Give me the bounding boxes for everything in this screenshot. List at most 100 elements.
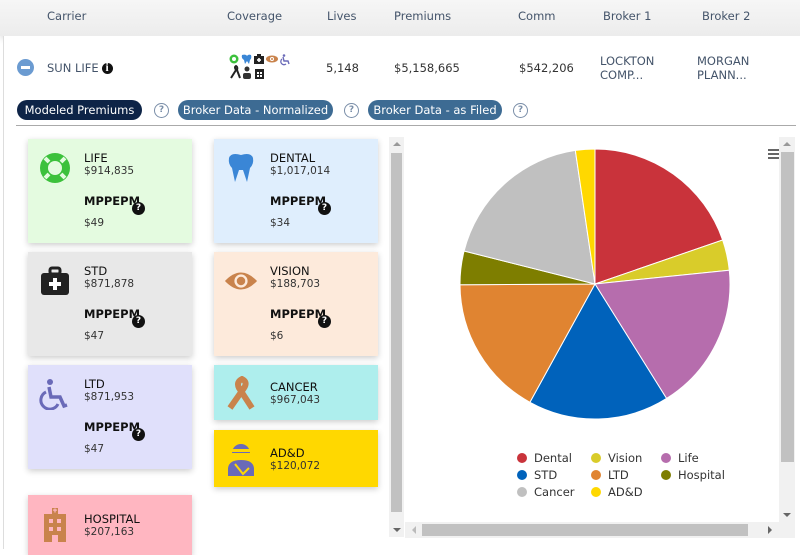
tile-amount: $207,163	[84, 526, 135, 538]
hospital-icon	[38, 508, 72, 542]
legend-dot-icon	[591, 487, 601, 497]
legend-item-life[interactable]: Life	[661, 451, 699, 465]
tile-amount: $120,072	[270, 459, 321, 472]
eye-icon	[224, 264, 258, 298]
legend-dot-icon	[591, 470, 601, 480]
tile-add[interactable]: AD&D $120,072	[214, 430, 378, 487]
col-broker1[interactable]: Broker 1	[603, 9, 651, 23]
help-icon[interactable]: ?	[318, 315, 331, 328]
life-ring-icon	[229, 54, 239, 64]
tile-ltd[interactable]: LTD $871,953 MPPEPM ? $47	[28, 365, 192, 469]
col-broker2[interactable]: Broker 2	[702, 9, 750, 23]
help-icon[interactable]: ?	[318, 202, 331, 215]
legend-label: Dental	[534, 451, 572, 465]
scroll-right-icon[interactable]	[768, 526, 772, 534]
legend-label: LTD	[608, 468, 629, 482]
life-ring-icon	[38, 151, 72, 185]
legend-label: Life	[678, 451, 699, 465]
medkit-icon	[254, 54, 264, 64]
tile-life[interactable]: LIFE $914,835 MPPEPM ? $49	[28, 139, 192, 243]
help-icon[interactable]: ?	[154, 103, 169, 118]
legend-dot-icon	[591, 453, 601, 463]
tile-title: STD	[84, 264, 108, 278]
legend-dot-icon	[517, 453, 527, 463]
scroll-up-icon[interactable]	[393, 142, 401, 146]
tile-cancer[interactable]: CANCER $967,043	[214, 365, 378, 420]
tile-vision[interactable]: VISION $188,703 MPPEPM ? $6	[214, 252, 378, 356]
ribbon-icon	[224, 375, 258, 410]
col-carrier[interactable]: Carrier	[47, 9, 86, 23]
legend-dot-icon	[661, 470, 671, 480]
tile-title: LTD	[84, 377, 105, 391]
help-icon[interactable]: ?	[132, 202, 145, 215]
scroll-left-icon[interactable]	[412, 526, 416, 534]
legend-dot-icon	[661, 453, 671, 463]
chart-v-scroll-thumb[interactable]	[781, 152, 794, 462]
tile-amount: $1,017,014	[270, 165, 331, 177]
legend-item-std[interactable]: STD	[517, 468, 557, 482]
comm-value: $542,206	[519, 61, 574, 75]
help-icon[interactable]: ?	[513, 103, 528, 118]
scroll-up-icon[interactable]	[783, 142, 791, 146]
scroll-down-icon[interactable]	[393, 528, 401, 532]
tab-modeled-premiums[interactable]: Modeled Premiums	[17, 100, 142, 120]
legend-dot-icon	[517, 470, 527, 480]
tooth-icon	[224, 151, 258, 185]
tile-title: CANCER	[270, 379, 318, 394]
injured-person-icon	[243, 66, 251, 79]
legend-item-cancer[interactable]: Cancer	[517, 485, 575, 499]
legend-item-add[interactable]: AD&D	[591, 485, 643, 499]
tile-title: DENTAL	[270, 151, 316, 165]
col-premiums[interactable]: Premiums	[394, 9, 451, 23]
tile-amount: $188,703	[270, 278, 321, 290]
wheelchair-icon	[38, 377, 72, 411]
tile-amount: $871,878	[84, 278, 135, 290]
chart-h-scroll-thumb[interactable]	[422, 524, 748, 536]
legend-label: AD&D	[608, 485, 643, 499]
legend-item-dental[interactable]: Dental	[517, 451, 572, 465]
lives-value: 5,148	[326, 61, 359, 75]
legend-item-hospital[interactable]: Hospital	[661, 468, 725, 482]
tile-metric-value: $6	[270, 330, 284, 342]
pie-chart	[459, 148, 731, 420]
tile-dental[interactable]: DENTAL $1,017,014 MPPEPM ? $34	[214, 139, 378, 243]
legend-label: STD	[534, 468, 558, 482]
scroll-down-icon[interactable]	[783, 513, 791, 517]
broker2-link[interactable]: MORGAN PLANN...	[697, 54, 749, 82]
tile-metric-value: $47	[84, 443, 105, 455]
info-icon[interactable]: i	[101, 62, 113, 74]
col-lives[interactable]: Lives	[327, 9, 356, 23]
col-coverage[interactable]: Coverage	[227, 9, 282, 23]
tile-title: HOSPITAL	[84, 512, 140, 526]
tile-amount: $967,043	[270, 393, 321, 406]
hospital-icon	[255, 69, 264, 79]
tiles-scroll-thumb[interactable]	[391, 153, 402, 512]
legend-item-vision[interactable]: Vision	[591, 451, 642, 465]
tooth-icon	[241, 54, 252, 64]
tile-title: VISION	[270, 264, 310, 278]
help-icon[interactable]: ?	[132, 428, 145, 441]
tile-title: LIFE	[84, 151, 108, 165]
tile-metric-value: $47	[84, 330, 105, 342]
tab-broker-as-filed[interactable]: Broker Data - as Filed	[368, 100, 502, 120]
help-icon[interactable]: ?	[344, 103, 359, 118]
divider	[16, 125, 796, 126]
tile-title: AD&D	[270, 445, 305, 460]
col-comm[interactable]: Comm	[518, 9, 555, 23]
broker1-link[interactable]: LOCKTON COMP...	[600, 54, 654, 82]
ribbon-icon	[230, 64, 241, 79]
tile-hospital[interactable]: HOSPITAL $207,163	[28, 495, 192, 555]
chart-menu-icon[interactable]	[768, 149, 779, 161]
tab-broker-normalized[interactable]: Broker Data - Normalized	[178, 100, 333, 120]
wheelchair-icon	[280, 54, 290, 66]
legend-dot-icon	[517, 487, 527, 497]
carrier-name[interactable]: SUN LIFE	[47, 61, 99, 75]
collapse-icon[interactable]	[17, 59, 34, 76]
help-icon[interactable]: ?	[132, 315, 145, 328]
tile-amount: $914,835	[84, 165, 135, 177]
premiums-value: $5,158,665	[394, 61, 460, 75]
tile-metric-value: $49	[84, 217, 105, 229]
legend-item-ltd[interactable]: LTD	[591, 468, 629, 482]
legend-label: Cancer	[534, 485, 575, 499]
tile-std[interactable]: STD $871,878 MPPEPM ? $47	[28, 252, 192, 356]
